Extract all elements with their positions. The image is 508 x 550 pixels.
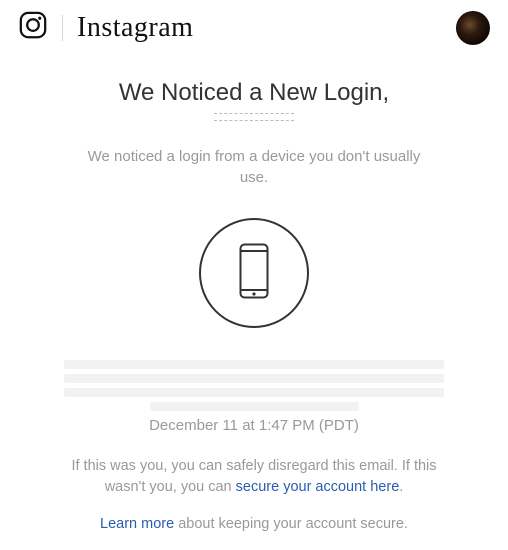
main-content: We Noticed a New Login, We noticed a log… (0, 51, 508, 535)
disregard-paragraph: If this was you, you can safely disregar… (69, 456, 439, 498)
header-left: Instagram (18, 10, 193, 45)
phone-icon (239, 243, 269, 304)
learn-more-paragraph: Learn more about keeping your account se… (69, 514, 439, 535)
instagram-glyph-icon (18, 10, 48, 45)
device-icon-ring (199, 218, 309, 328)
redacted-username (174, 113, 334, 131)
secure-account-link[interactable]: secure your account here (236, 479, 400, 495)
para1-suffix: . (399, 479, 403, 495)
instagram-wordmark: Instagram (77, 12, 193, 44)
headline: We Noticed a New Login, (30, 79, 478, 107)
learn-more-link[interactable]: Learn more (100, 516, 174, 532)
subhead: We noticed a login from a device you don… (84, 146, 424, 188)
para2-rest: about keeping your account secure. (174, 516, 408, 532)
login-timestamp: December 11 at 1:47 PM (PDT) (30, 417, 478, 434)
redacted-device-details (64, 360, 444, 411)
header-divider (62, 15, 63, 41)
header: Instagram (0, 0, 508, 51)
avatar[interactable] (456, 11, 490, 45)
